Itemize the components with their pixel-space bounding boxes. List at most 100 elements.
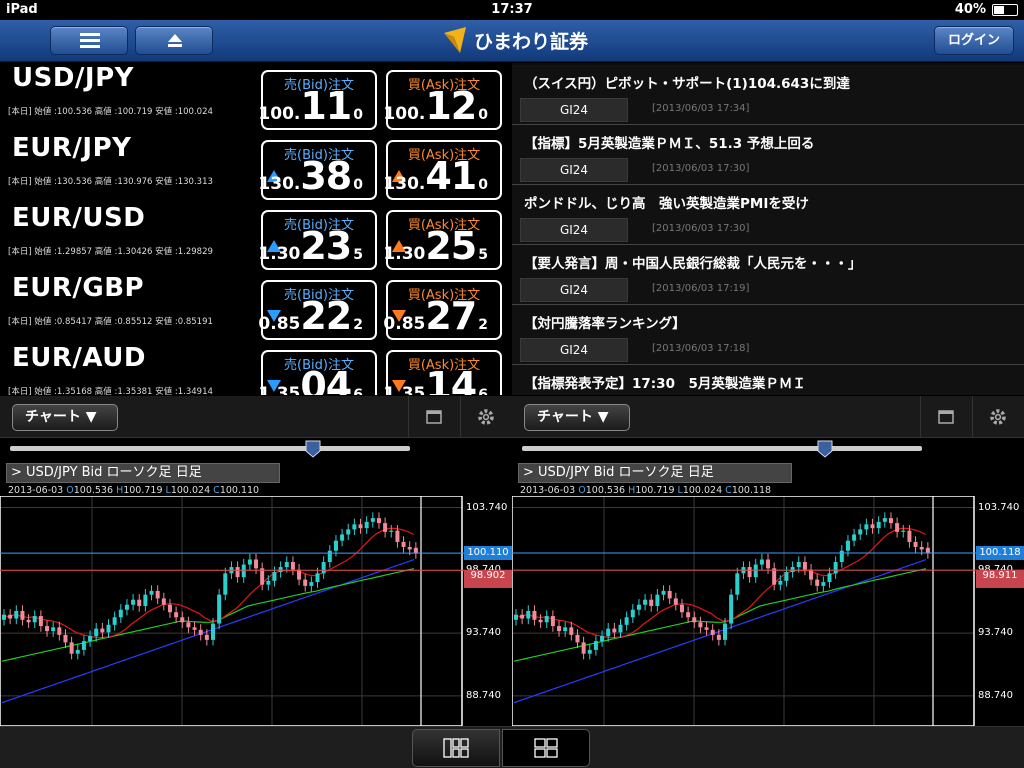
ask-order-button[interactable]: 買(Ask)注文 1.30 25 5 <box>383 210 502 270</box>
candle <box>364 521 369 529</box>
chart-menu-button[interactable]: チャート ▼ <box>524 404 630 431</box>
candle <box>340 534 345 541</box>
candle <box>796 562 801 568</box>
candle <box>876 521 881 529</box>
candle <box>544 616 549 623</box>
candle <box>735 573 740 595</box>
news-item[interactable]: ポンドドル、じり高 強い英製造業PMIを受け GI24 [2013/06/03 17… <box>512 185 1024 245</box>
candle <box>895 523 900 532</box>
candle <box>38 616 43 627</box>
window-icon <box>937 410 954 424</box>
ohlc-c: 100.118 <box>731 485 772 496</box>
rate-row[interactable]: EUR/JPY [本日] 始値 :130.536 高値 :130.976 安値 :… <box>0 133 512 203</box>
candle <box>254 559 259 569</box>
eject-button[interactable] <box>135 26 213 55</box>
candle <box>266 580 271 585</box>
candle <box>753 564 758 578</box>
candle <box>901 530 906 532</box>
candle <box>581 642 586 654</box>
news-item[interactable]: 【要人発言】周・中国人民銀行総裁「人民元を・・・」 GI24 [2013/06/03… <box>512 245 1024 305</box>
split-layout-icon <box>443 738 469 758</box>
candle <box>593 641 598 650</box>
chart-title: > USD/JPY Bid ローソク足 日足 <box>518 463 792 483</box>
candle <box>704 627 709 630</box>
slider-thumb[interactable] <box>305 440 321 458</box>
price-fraction: 2 <box>478 317 488 333</box>
ohlc-c: 100.110 <box>219 485 260 496</box>
status-bar: iPad 17:37 40% <box>0 0 1024 20</box>
ask-order-button[interactable]: 買(Ask)注文 100. 12 0 <box>383 70 502 130</box>
candle <box>667 590 672 599</box>
news-item[interactable]: （スイス円）ピボット・サポート(1)104.643に到達 GI24 [2013/06… <box>512 65 1024 125</box>
menu-button[interactable] <box>50 26 128 55</box>
brand-name: ひまわり証券 <box>474 30 589 53</box>
bid-order-button[interactable]: 売(Bid)注文 130. 38 0 <box>258 140 377 200</box>
slider-thumb[interactable] <box>817 440 833 458</box>
layout-grid-button[interactable] <box>502 729 590 767</box>
y-tick-label: 88.740 <box>978 689 1013 701</box>
candle <box>395 530 400 542</box>
range-slider[interactable] <box>10 446 410 451</box>
bid-order-button[interactable]: 売(Bid)注文 100. 11 0 <box>258 70 377 130</box>
candle <box>8 614 13 619</box>
candlestick-chart[interactable] <box>0 496 512 726</box>
currency-pair: EUR/USD <box>12 203 146 233</box>
news-item[interactable]: 【指標発表予定】17:30 5月英製造業ＰＭＩGI24 <box>512 365 1024 395</box>
chart-title: > USD/JPY Bid ローソク足 日足 <box>6 463 280 483</box>
window-button[interactable] <box>408 396 458 438</box>
rate-row[interactable]: EUR/AUD [本日] 始値 :1.35168 高値 :1.35381 安値 :… <box>0 343 512 395</box>
news-source: GI24 <box>520 158 628 182</box>
chart-menu-button[interactable]: チャート ▼ <box>12 404 118 431</box>
bid-order-button[interactable]: 売(Bid)注文 1.30 23 5 <box>258 210 377 270</box>
candle <box>51 627 56 632</box>
bid-price: 100. 11 0 <box>258 84 363 128</box>
ohlc-key: C <box>213 485 220 496</box>
news-item[interactable]: 【対円騰落率ランキング】 GI24 [2013/06/03 17:18] <box>512 305 1024 365</box>
ask-order-button[interactable]: 買(Ask)注文 0.85 27 2 <box>383 280 502 340</box>
rate-row[interactable]: EUR/USD [本日] 始値 :1.29857 高値 :1.30426 安値 :… <box>0 203 512 273</box>
settings-button[interactable] <box>972 396 1022 438</box>
rate-list: USD/JPY [本日] 始値 :100.536 高値 :100.719 安値 :… <box>0 63 512 395</box>
rate-row[interactable]: EUR/GBP [本日] 始値 :0.85417 高値 :0.85512 安値 :… <box>0 273 512 343</box>
ohlc-l: 100.024 <box>682 485 723 496</box>
candle <box>778 580 783 585</box>
candle <box>88 636 93 642</box>
candle <box>303 579 308 586</box>
candle <box>827 573 832 583</box>
layout-split-button[interactable] <box>412 729 500 767</box>
candle <box>2 614 6 620</box>
candle <box>692 617 697 623</box>
ask-order-button[interactable]: 買(Ask)注文 1.35 14 6 <box>383 350 502 395</box>
candle <box>272 572 277 581</box>
settings-button[interactable] <box>460 396 510 438</box>
price-prefix: 1.35 <box>258 384 301 395</box>
gear-icon <box>477 409 494 425</box>
login-button[interactable]: ログイン <box>934 26 1014 55</box>
ohlc-readout: 2013-06-03 O100.536 H100.719 L100.024 C1… <box>520 485 771 496</box>
candle <box>149 590 154 595</box>
range-slider[interactable] <box>522 446 922 451</box>
news-item[interactable]: 【指標】5月英製造業ＰＭＩ、51.3 予想上回る GI24 [2013/06/03 … <box>512 125 1024 185</box>
candle <box>784 572 789 581</box>
candle <box>612 628 617 633</box>
bottom-bar <box>0 726 1024 768</box>
price-fraction: 5 <box>353 247 363 263</box>
candle <box>57 627 62 635</box>
candle <box>575 634 580 643</box>
bid-price: 0.85 22 2 <box>258 294 363 338</box>
candle <box>815 579 820 586</box>
candle <box>882 518 887 522</box>
rate-row[interactable]: USD/JPY [本日] 始値 :100.536 高値 :100.719 安値 :… <box>0 63 512 133</box>
candle <box>112 617 117 625</box>
window-button[interactable] <box>920 396 970 438</box>
news-title: ポンドドル、じり高 強い英製造業PMIを受け <box>524 196 809 212</box>
y-tick-label: 103.740 <box>466 501 508 513</box>
bid-order-button[interactable]: 売(Bid)注文 0.85 22 2 <box>258 280 377 340</box>
ask-order-button[interactable]: 買(Ask)注文 130. 41 0 <box>383 140 502 200</box>
news-date: [2013/06/03 17:30] <box>652 223 750 234</box>
candlestick-chart[interactable] <box>512 496 1024 726</box>
candle <box>698 622 703 628</box>
bid-order-button[interactable]: 売(Bid)注文 1.35 04 6 <box>258 350 377 395</box>
candle <box>118 609 123 618</box>
news-title: （スイス円）ピボット・サポート(1)104.643に到達 <box>524 76 850 92</box>
